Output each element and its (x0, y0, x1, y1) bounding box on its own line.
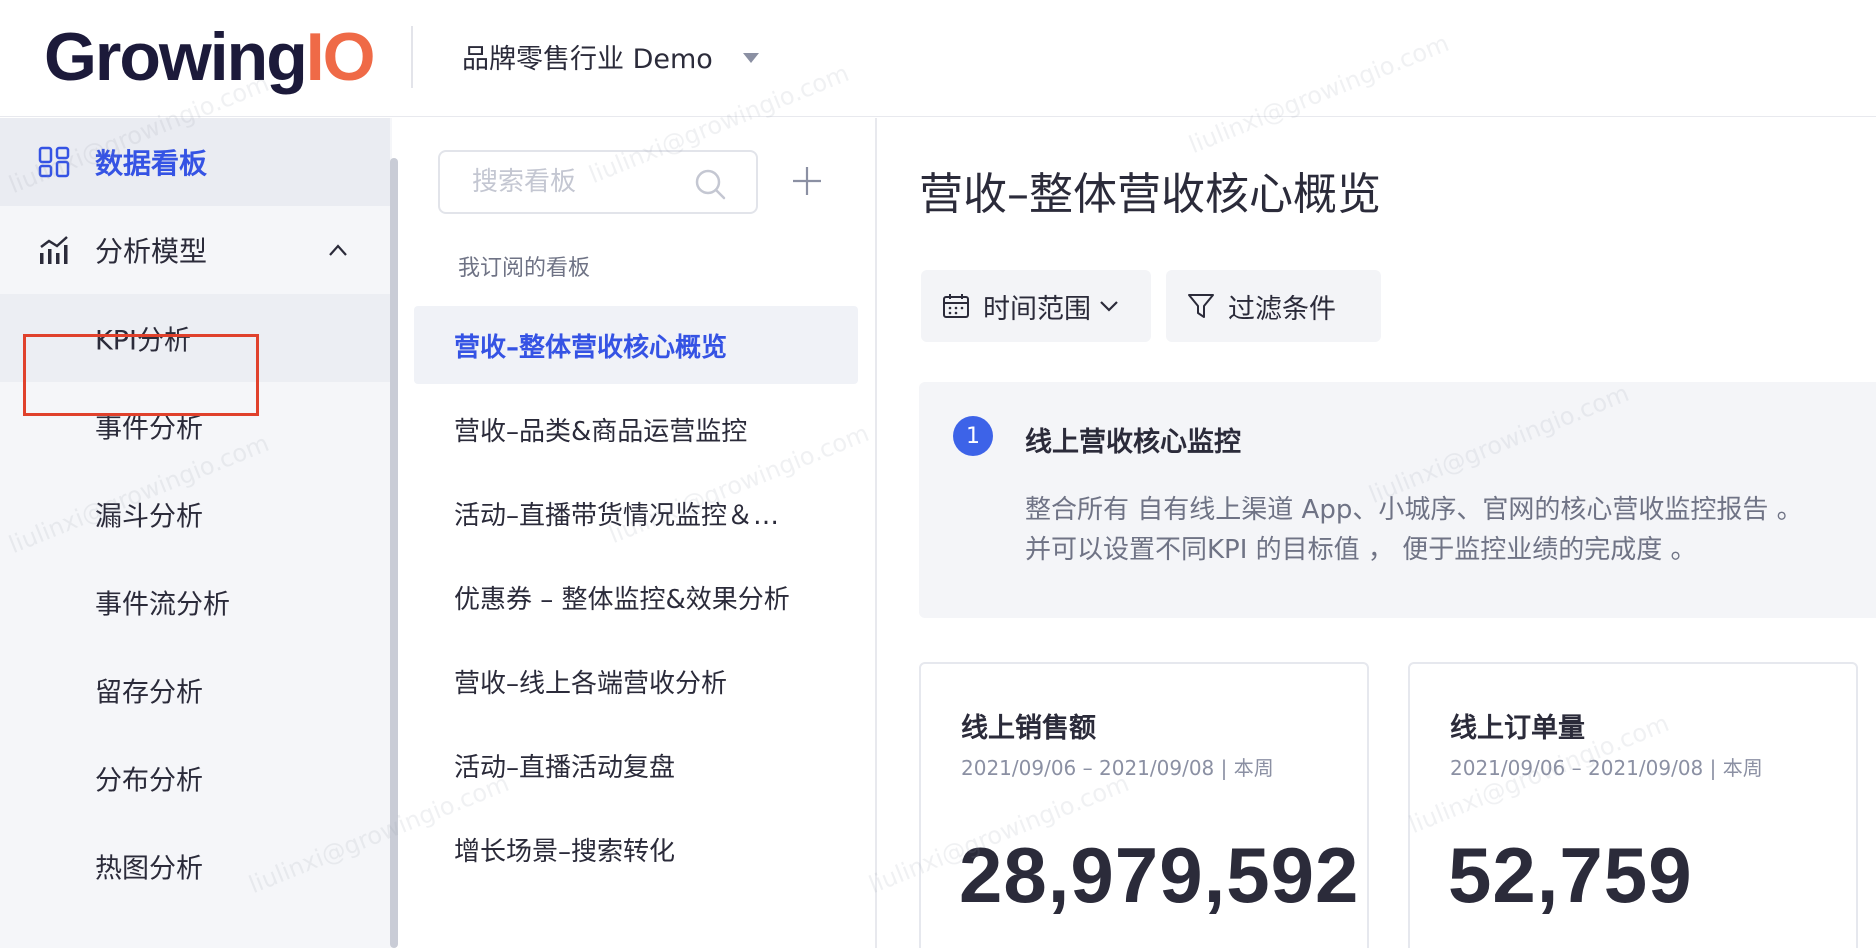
kpi-value: 28,979,592 (959, 831, 1360, 919)
project-selector[interactable]: 品牌零售行业 Demo (462, 36, 759, 76)
dashboard-search-box[interactable] (438, 150, 758, 214)
dashboard-item[interactable]: 增长场景–搜索转化 (414, 810, 858, 888)
kpi-title: 线上销售额 (961, 713, 1096, 744)
top-header: Growing IO 品牌零售行业 Demo (0, 0, 1876, 117)
sidebar-subitem-funnel[interactable]: 漏斗分析 (0, 470, 390, 558)
kpi-title: 线上订单量 (1450, 713, 1585, 744)
project-name: 品牌零售行业 Demo (462, 43, 713, 75)
sidebar-subitem-heatmap[interactable]: 热图分析 (0, 822, 390, 910)
dashboard-search-input[interactable] (472, 167, 692, 197)
growingio-logo[interactable]: Growing IO (44, 12, 376, 102)
filter-label: 过滤条件 (1228, 293, 1336, 325)
chevron-down-icon (1100, 301, 1118, 312)
kpi-value: 52,759 (1448, 831, 1693, 919)
chevron-up-icon[interactable] (328, 243, 348, 257)
kpi-card-online-sales[interactable]: 线上销售额 2021/09/06 – 2021/09/08 | 本周 28,97… (919, 662, 1369, 948)
subscribed-dashboards-label: 我订阅的看板 (458, 256, 591, 281)
time-range-label: 时间范围 (983, 293, 1091, 325)
filter-funnel-icon (1188, 294, 1214, 318)
section-number-badge: 1 (953, 416, 993, 456)
main-content: 营收–整体营收核心概览 时间范围 过滤条件 1 线上营收核心监控 整合所有 自有… (879, 118, 1876, 948)
filter-button[interactable]: 过滤条件 (1166, 270, 1381, 342)
sidebar-subitem-distribution[interactable]: 分布分析 (0, 734, 390, 822)
dashboard-item[interactable]: 活动–直播活动复盘 (414, 726, 858, 804)
calendar-icon (943, 294, 969, 318)
sidebar: 数据看板 分析模型 KPI分析 事件分析 漏斗分析 事件流分析 留存分析 分布分… (0, 118, 392, 948)
sidebar-item-dashboard[interactable]: 数据看板 (0, 118, 390, 206)
sidebar-subitem-label: 事件流分析 (95, 589, 230, 621)
sidebar-subitem-label: 热图分析 (95, 853, 203, 885)
sidebar-item-label: 分析模型 (95, 235, 208, 268)
add-dashboard-icon[interactable] (790, 164, 824, 198)
header-divider (411, 26, 413, 88)
dashboard-item[interactable]: 营收–品类&商品运营监控 (414, 390, 858, 468)
kpi-date-range: 2021/09/06 – 2021/09/08 | 本周 (1450, 756, 1763, 780)
annotation-highlight-box (23, 334, 259, 416)
kpi-date-range: 2021/09/06 – 2021/09/08 | 本周 (961, 756, 1274, 780)
sidebar-subitem-label: 分布分析 (95, 765, 203, 797)
section-description-line: 并可以设置不同KPI 的目标值 ， 便于监控业绩的完成度 。 (1025, 535, 1697, 565)
dashboard-item[interactable]: 营收–线上各端营收分析 (414, 642, 858, 720)
page-title: 营收–整体营收核心概览 (919, 169, 1381, 220)
dashboard-icon (38, 146, 70, 178)
logo-text-accent: IO (305, 19, 376, 95)
analysis-chart-icon (40, 236, 68, 264)
sidebar-subitem-event-flow[interactable]: 事件流分析 (0, 558, 390, 646)
section-description: 整合所有 自有线上渠道 App、小城序、官网的核心营收监控报告 。 并可以设置不… (1025, 490, 1876, 570)
caret-down-icon (742, 53, 759, 63)
sidebar-subitem-label: 留存分析 (95, 677, 203, 709)
section-title: 线上营收核心监控 (1025, 427, 1241, 458)
section-card: 1 线上营收核心监控 整合所有 自有线上渠道 App、小城序、官网的核心营收监控… (919, 382, 1876, 618)
sidebar-item-analysis-models[interactable]: 分析模型 (0, 206, 390, 294)
sidebar-item-label: 数据看板 (95, 147, 208, 180)
sidebar-scrollbar[interactable] (390, 158, 398, 948)
sidebar-subitem-retention[interactable]: 留存分析 (0, 646, 390, 734)
time-range-button[interactable]: 时间范围 (921, 270, 1151, 342)
dashboard-list-panel: 我订阅的看板 营收–整体营收核心概览 营收–品类&商品运营监控 活动–直播带货情… (398, 118, 877, 948)
dashboard-item[interactable]: 优惠券 – 整体监控&效果分析 (414, 558, 858, 636)
sidebar-subitem-label: 漏斗分析 (95, 501, 203, 533)
section-description-line: 整合所有 自有线上渠道 App、小城序、官网的核心营收监控报告 。 (1025, 495, 1803, 525)
search-icon[interactable] (694, 168, 726, 200)
logo-text-main: Growing (44, 19, 308, 95)
dashboard-item[interactable]: 活动–直播带货情况监控＆… (414, 474, 858, 552)
kpi-card-online-orders[interactable]: 线上订单量 2021/09/06 – 2021/09/08 | 本周 52,75… (1408, 662, 1858, 948)
dashboard-item[interactable]: 营收–整体营收核心概览 (414, 306, 858, 384)
